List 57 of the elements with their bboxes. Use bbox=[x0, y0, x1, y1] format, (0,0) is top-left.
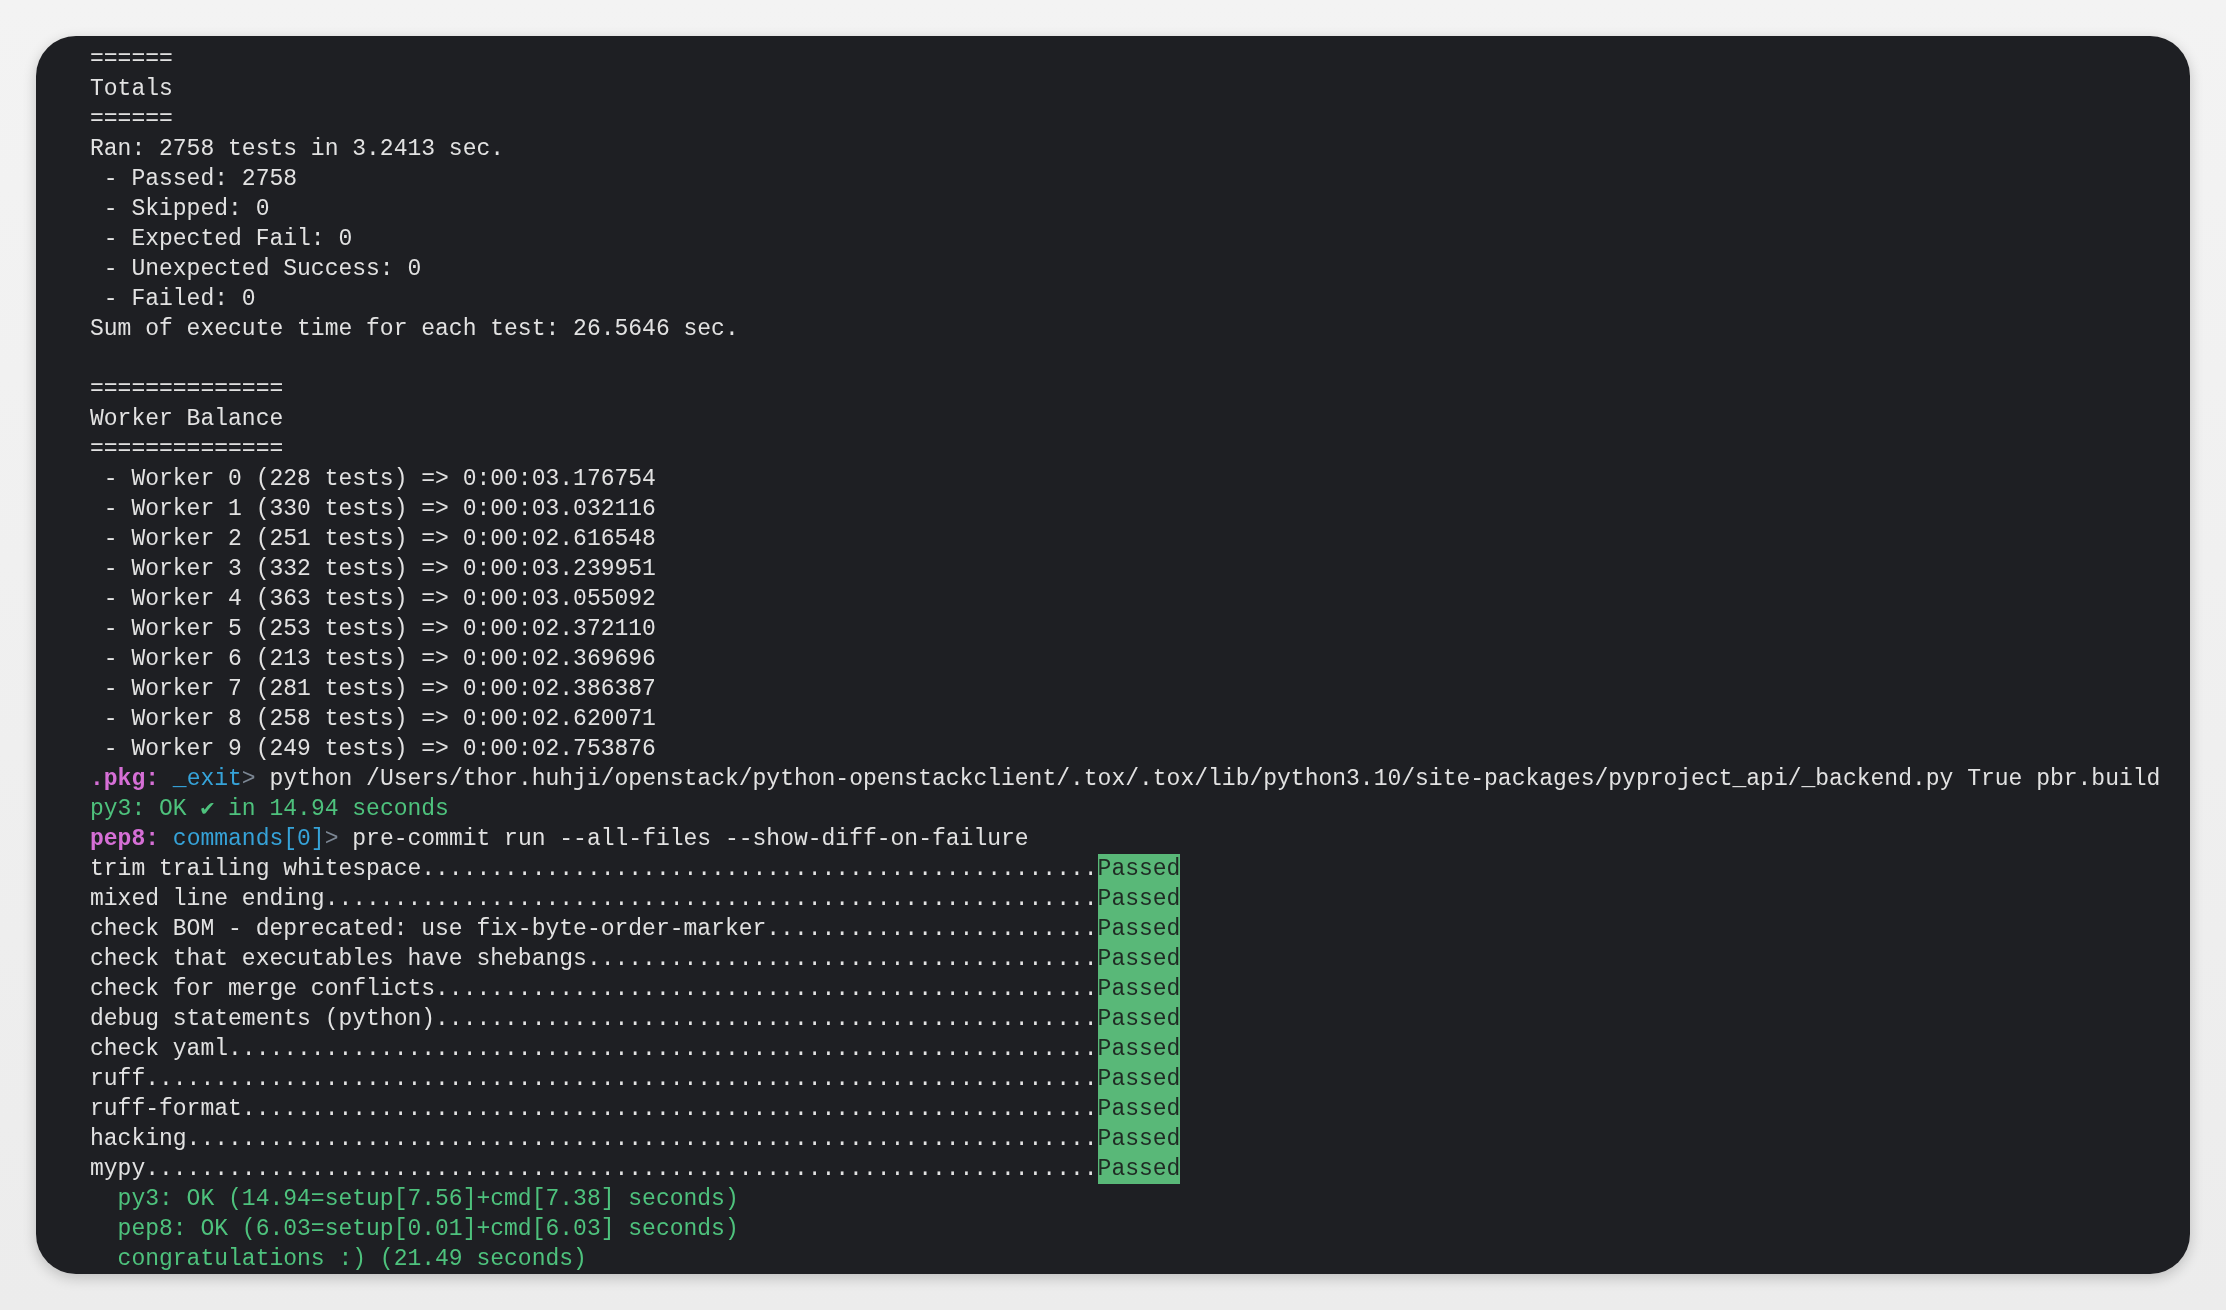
command-text: python /Users/thor.huhji/openstack/python-openstackclient/.tox/.tox/lib/python3.10/site-packages/pyproject_api/_backend.py True pbr.build bbox=[269, 766, 2161, 792]
status-badge: Passed bbox=[1097, 944, 1181, 974]
prompt-arrow: > bbox=[324, 826, 339, 852]
check-label: check yaml............................................................... bbox=[90, 1036, 1098, 1062]
terminal-line: - Worker 6 (213 tests) => 0:00:02.369696 bbox=[102, 645, 657, 674]
terminal-line: - Worker 4 (363 tests) => 0:00:03.055092 bbox=[102, 585, 657, 614]
terminal-line: - Worker 5 (253 tests) => 0:00:02.372110 bbox=[102, 615, 657, 644]
command-target: _exit bbox=[172, 766, 242, 792]
check-label: ruff..................................................................... bbox=[90, 1066, 1098, 1092]
terminal-line: Worker Balance bbox=[90, 405, 285, 434]
terminal-line: - Worker 3 (332 tests) => 0:00:03.239951 bbox=[102, 555, 657, 584]
success-line: py3: OK (14.94=setup[7.56]+cmd[7.38] seconds) bbox=[116, 1185, 740, 1214]
terminal-line: - Unexpected Success: 0 bbox=[102, 255, 423, 284]
success-line: py3: OK ✔ in 14.94 seconds bbox=[90, 795, 450, 824]
status-badge: Passed bbox=[1097, 1064, 1181, 1094]
success-line: congratulations :) (21.49 seconds) bbox=[116, 1245, 588, 1274]
status-badge: Passed bbox=[1097, 884, 1181, 914]
env-label: pep8: bbox=[90, 826, 159, 852]
status-badge: Passed bbox=[1097, 1124, 1181, 1154]
terminal-line: - Worker 2 (251 tests) => 0:00:02.616548 bbox=[102, 525, 657, 554]
check-label: ruff-format.............................................................. bbox=[90, 1096, 1098, 1122]
terminal-line: - Skipped: 0 bbox=[102, 195, 271, 224]
success-line: pep8: OK (6.03=setup[0.01]+cmd[6.03] seconds) bbox=[116, 1215, 740, 1244]
command-text: pre-commit run --all-files --show-diff-on-failure bbox=[352, 826, 1029, 852]
status-badge: Passed bbox=[1097, 854, 1181, 884]
check-label: hacking.................................................................. bbox=[90, 1126, 1098, 1152]
command-target: commands[0] bbox=[172, 826, 325, 852]
status-badge: Passed bbox=[1097, 974, 1181, 1004]
terminal-line: - Worker 9 (249 tests) => 0:00:02.753876 bbox=[102, 735, 657, 764]
terminal-line: Ran: 2758 tests in 3.2413 sec. bbox=[90, 135, 506, 164]
terminal-line: - Expected Fail: 0 bbox=[102, 225, 354, 254]
status-badge: Passed bbox=[1097, 1094, 1181, 1124]
terminal-line: - Worker 1 (330 tests) => 0:00:03.032116 bbox=[102, 495, 657, 524]
status-badge: Passed bbox=[1097, 1154, 1181, 1184]
check-label: check that executables have shebangs..................................... bbox=[90, 946, 1098, 972]
check-label: check for merge conflicts................................................ bbox=[90, 976, 1098, 1002]
terminal-line: - Passed: 2758 bbox=[102, 165, 299, 194]
status-badge: Passed bbox=[1097, 1034, 1181, 1064]
terminal-line: - Worker 8 (258 tests) => 0:00:02.620071 bbox=[102, 705, 657, 734]
terminal-line: ============== bbox=[90, 375, 285, 404]
terminal-line: ====== bbox=[90, 45, 174, 74]
env-label: .pkg: bbox=[90, 766, 159, 792]
prompt-arrow: > bbox=[241, 766, 256, 792]
terminal-line: - Worker 7 (281 tests) => 0:00:02.386387 bbox=[102, 675, 657, 704]
terminal-line: Sum of execute time for each test: 26.5646 sec. bbox=[90, 315, 740, 344]
check-label: debug statements (python)................................................ bbox=[90, 1006, 1098, 1032]
status-badge: Passed bbox=[1097, 1004, 1181, 1034]
terminal-line: - Worker 0 (228 tests) => 0:00:03.176754 bbox=[102, 465, 657, 494]
check-label: mixed line ending........................................................ bbox=[90, 886, 1098, 912]
terminal-line: - Failed: 0 bbox=[102, 285, 257, 314]
terminal-line: ============== bbox=[90, 435, 285, 464]
status-badge: Passed bbox=[1097, 914, 1181, 944]
terminal-line: Totals bbox=[90, 75, 174, 104]
check-label: trim trailing whitespace................................................. bbox=[90, 856, 1098, 882]
check-label: mypy..................................................................... bbox=[90, 1156, 1098, 1182]
check-label: check BOM - deprecated: use fix-byte-order-marker........................ bbox=[90, 916, 1098, 942]
terminal-line: ====== bbox=[90, 105, 174, 134]
